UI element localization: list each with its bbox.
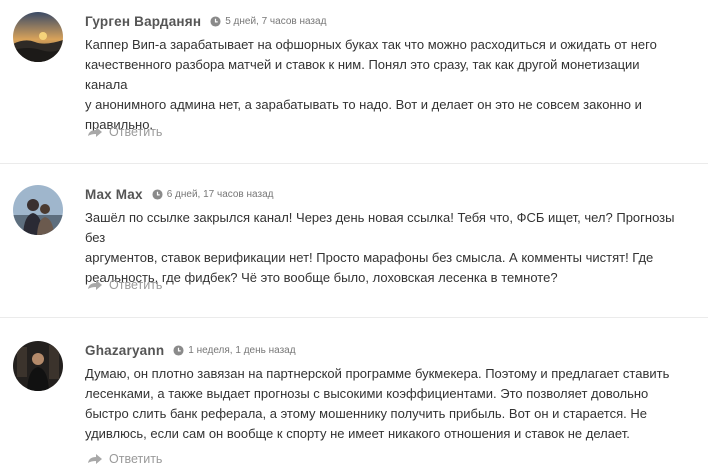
comment-text-line: Думаю, он плотно завязан на партнерской …: [85, 366, 670, 381]
comment-text-line: у анонимного админа нет, а зарабатывать …: [85, 97, 642, 112]
comment-date[interactable]: 1 неделя, 1 день назад: [188, 345, 295, 356]
reply-button[interactable]: Ответить: [87, 278, 162, 292]
reply-label: Ответить: [109, 125, 163, 139]
reply-arrow-icon: [87, 453, 103, 465]
divider: [0, 163, 708, 164]
comment-text: Думаю, он плотно завязан на партнерской …: [85, 364, 685, 444]
comment-text: Зашёл по ссылке закрылся канал! Через де…: [85, 208, 685, 288]
author-name[interactable]: Гурген Варданян: [85, 14, 201, 29]
clock-icon: [210, 15, 221, 27]
people-photo-icon: [13, 185, 63, 235]
comment-text-line: аргументов, ставок верификации нет! Прос…: [85, 250, 654, 265]
avatar[interactable]: [13, 341, 63, 391]
comment-text-line: быстро слить банк реферала, а этому моше…: [85, 406, 647, 421]
comment-text-line: Каппер Вип-а зарабатывает на офшорных бу…: [85, 37, 657, 52]
avatar[interactable]: [13, 12, 63, 62]
comment-text-line: лесенками, а также выдает прогнозы с выс…: [85, 386, 649, 401]
comment-text-line: Зашёл по ссылке закрылся канал! Через де…: [85, 210, 675, 245]
clock-icon: [152, 188, 163, 200]
comment-meta: Ghazaryann 1 неделя, 1 день назад: [85, 341, 296, 359]
avatar[interactable]: [13, 185, 63, 235]
author-name[interactable]: Ghazaryann: [85, 343, 164, 358]
reply-label: Ответить: [109, 452, 163, 466]
clock-icon: [173, 344, 184, 356]
comment-meta: Гурген Варданян 5 дней, 7 часов назад: [85, 12, 326, 30]
author-name[interactable]: Max Max: [85, 187, 143, 202]
comment-date[interactable]: 6 дней, 17 часов назад: [167, 189, 274, 200]
reply-button[interactable]: Ответить: [87, 452, 162, 466]
landscape-photo-icon: [13, 12, 63, 62]
comment-meta: Max Max 6 дней, 17 часов назад: [85, 185, 273, 203]
comment-text: Каппер Вип-а зарабатывает на офшорных бу…: [85, 35, 685, 135]
comment-text-line: качественного разбора матчей и ставок к …: [85, 57, 640, 92]
reply-arrow-icon: [87, 126, 103, 138]
reply-label: Ответить: [109, 278, 163, 292]
person-photo-icon: [13, 341, 63, 391]
reply-arrow-icon: [87, 279, 103, 291]
comment-text-line: удивлюсь, если сам он вообще к спорту не…: [85, 426, 630, 441]
comment-text-line: правильно.: [85, 117, 154, 132]
comment-date[interactable]: 5 дней, 7 часов назад: [225, 16, 326, 27]
reply-button[interactable]: Ответить: [87, 125, 162, 139]
divider: [0, 317, 708, 318]
comment-text-line: реальность, где фидбек? Чё это вообще бы…: [85, 270, 558, 285]
